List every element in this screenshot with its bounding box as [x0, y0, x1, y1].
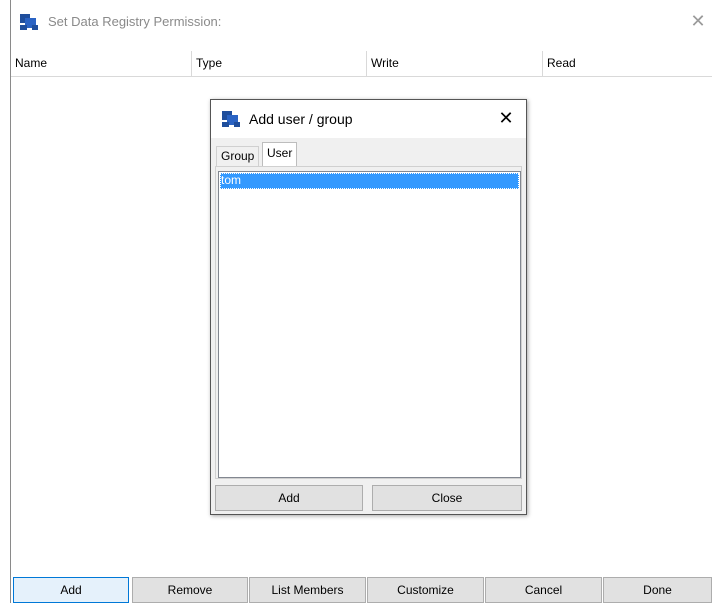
column-header-name[interactable]: Name: [11, 51, 191, 76]
done-button[interactable]: Done: [603, 577, 712, 603]
user-tab-panel: tom: [215, 166, 522, 479]
main-titlebar[interactable]: Set Data Registry Permission: ✕: [11, 0, 712, 44]
add-user-group-dialog: Add user / group ✕ Group User tom Add Cl…: [210, 99, 527, 515]
tab-group[interactable]: Group: [216, 146, 260, 166]
main-button-bar: Add Remove List Members Customize Cancel…: [11, 577, 712, 603]
dialog-close-button[interactable]: Close: [372, 485, 522, 511]
app-icon: [19, 13, 39, 31]
dialog-title: Add user / group: [249, 111, 353, 127]
column-header-read[interactable]: Read: [543, 51, 712, 76]
column-header-type[interactable]: Type: [192, 51, 366, 76]
list-item[interactable]: tom: [220, 173, 519, 189]
tab-user[interactable]: User: [262, 142, 298, 167]
cancel-button[interactable]: Cancel: [485, 577, 602, 603]
window-left-border: [10, 0, 11, 603]
dialog-titlebar[interactable]: Add user / group ✕: [211, 100, 526, 138]
close-icon[interactable]: ✕: [496, 107, 516, 129]
remove-button[interactable]: Remove: [132, 577, 248, 603]
customize-button[interactable]: Customize: [367, 577, 484, 603]
permissions-table-header: Name Type Write Read: [11, 51, 712, 77]
close-icon[interactable]: ✕: [688, 10, 708, 32]
column-header-write[interactable]: Write: [367, 51, 542, 76]
add-button[interactable]: Add: [13, 577, 129, 603]
main-window-title: Set Data Registry Permission:: [48, 14, 222, 29]
user-list[interactable]: tom: [218, 171, 521, 478]
list-members-button[interactable]: List Members: [249, 577, 366, 603]
app-icon: [221, 110, 241, 128]
dialog-button-bar: Add Close: [215, 485, 522, 511]
dialog-add-button[interactable]: Add: [215, 485, 363, 511]
